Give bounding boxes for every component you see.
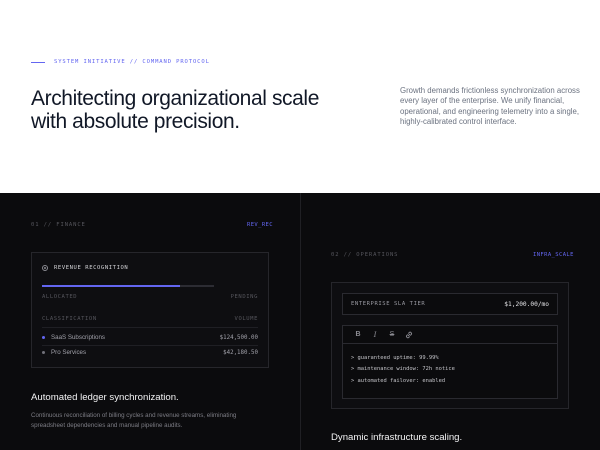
tier-label: ENTERPRISE SLA TIER xyxy=(351,301,426,307)
allocation-progress-bar xyxy=(42,285,214,287)
code-line: > automated failover: enabled xyxy=(351,377,446,384)
row-label: Pro Services xyxy=(51,349,87,356)
operations-label: 02 // OPERATIONS xyxy=(331,252,399,258)
tier-price: $1,200.00/mo xyxy=(504,300,549,308)
table-header: CLASSIFICATION VOLUME xyxy=(42,316,258,322)
finance-code: REV_REC xyxy=(247,222,273,228)
table-divider xyxy=(42,345,258,346)
finance-label: 01 // FINANCE xyxy=(31,222,86,228)
finance-title: Automated ledger synchronization. xyxy=(31,392,179,403)
card-title: REVENUE RECOGNITION xyxy=(54,265,129,271)
table-row: SaaS Subscriptions $124,500.00 xyxy=(42,334,258,341)
link-icon xyxy=(406,331,412,338)
card-header: REVENUE RECOGNITION xyxy=(42,265,128,271)
code-line: > maintenance window: 72h notice xyxy=(351,366,455,373)
series-dot xyxy=(42,351,45,354)
row-value: $42,180.50 xyxy=(223,349,258,356)
column-volume: VOLUME xyxy=(234,316,258,322)
table-divider xyxy=(42,327,258,328)
row-value: $124,500.00 xyxy=(219,334,258,341)
headline: Architecting organizational scale with a… xyxy=(31,87,361,133)
operations-code: INFRA_SCALE xyxy=(533,252,574,258)
bold-button[interactable]: B xyxy=(351,329,365,341)
headline-line-1: Architecting organizational scale xyxy=(31,87,319,110)
headline-line-2: with absolute precision. xyxy=(31,110,240,133)
column-divider xyxy=(300,193,301,450)
column-classification: CLASSIFICATION xyxy=(42,316,97,322)
eyebrow: SYSTEM INITIATIVE // COMMAND PROTOCOL xyxy=(31,59,210,65)
status-row: ALLOCATED PENDING xyxy=(42,294,258,300)
hero-section: SYSTEM INITIATIVE // COMMAND PROTOCOL Ar… xyxy=(0,0,600,193)
eyebrow-line xyxy=(31,61,45,63)
table-row: Pro Services $42,180.50 xyxy=(42,349,258,356)
finance-description: Continuous reconciliation of billing cyc… xyxy=(31,412,237,430)
status-pending: PENDING xyxy=(230,294,258,300)
sla-editor[interactable]: B I S > guaranteed uptime: 99.99% > main… xyxy=(342,325,558,399)
link-button[interactable] xyxy=(402,329,416,341)
eyebrow-text: SYSTEM INITIATIVE // COMMAND PROTOCOL xyxy=(54,59,210,65)
editor-content[interactable]: > guaranteed uptime: 99.99% > maintenanc… xyxy=(343,344,557,387)
allocation-progress-fill xyxy=(42,285,180,287)
target-icon xyxy=(42,265,48,271)
italic-button[interactable]: I xyxy=(368,329,382,341)
series-dot xyxy=(42,336,45,339)
strikethrough-button[interactable]: S xyxy=(385,329,399,341)
editor-toolbar: B I S xyxy=(343,326,557,344)
code-line: > guaranteed uptime: 99.99% xyxy=(351,355,439,361)
sla-tier-row[interactable]: ENTERPRISE SLA TIER $1,200.00/mo xyxy=(342,293,558,315)
row-label: SaaS Subscriptions xyxy=(51,334,105,341)
revenue-recognition-card: REVENUE RECOGNITION ALLOCATED PENDING CL… xyxy=(31,252,269,368)
operations-title: Dynamic infrastructure scaling. xyxy=(331,432,463,443)
hero-description: Growth demands frictionless synchronizat… xyxy=(400,86,580,127)
sla-card: ENTERPRISE SLA TIER $1,200.00/mo B I S >… xyxy=(331,282,569,409)
status-allocated: ALLOCATED xyxy=(42,294,78,300)
